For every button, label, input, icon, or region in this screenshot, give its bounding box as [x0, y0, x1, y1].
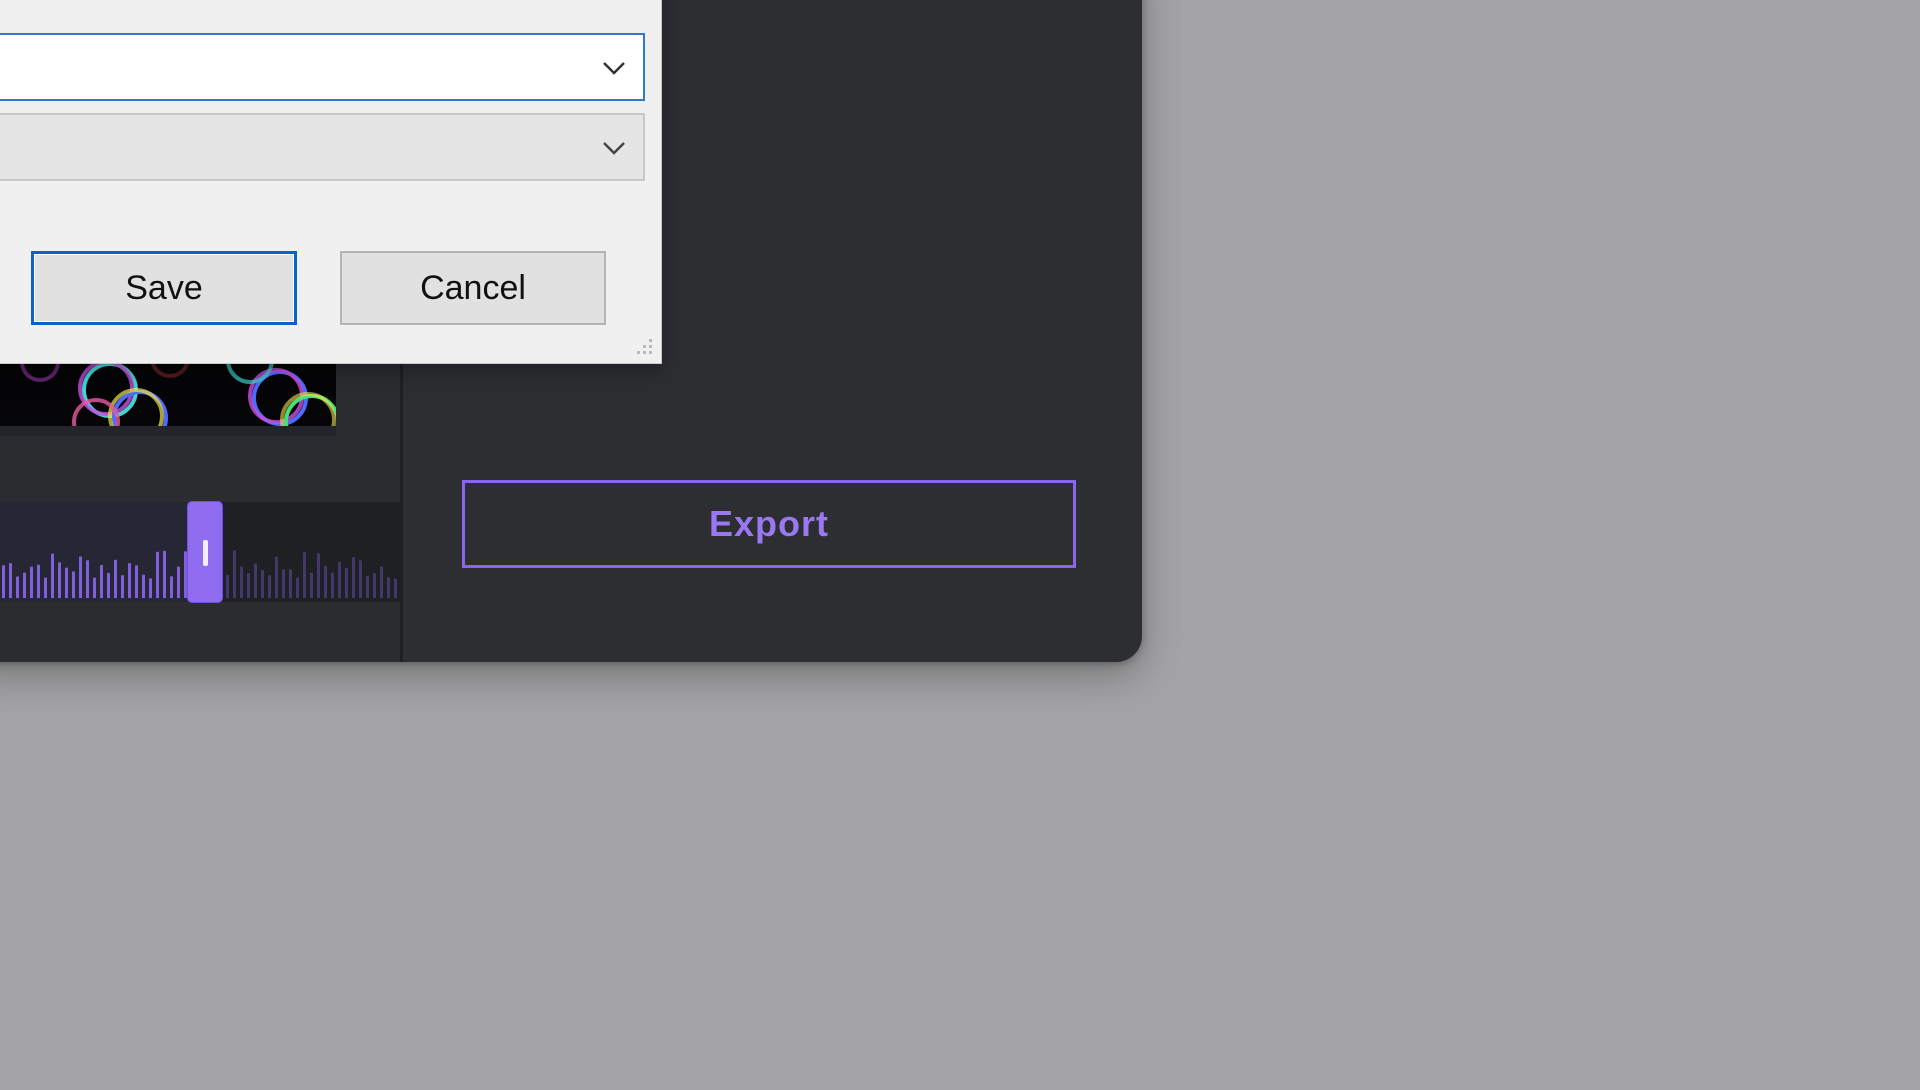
waveform-bar [23, 572, 26, 598]
chevron-down-icon[interactable] [599, 53, 629, 83]
thumbnail-shadow [0, 426, 336, 436]
waveform-bar [93, 577, 96, 598]
waveform-bar [100, 565, 103, 598]
waveform-bar [16, 576, 19, 598]
filetype-combobox[interactable] [0, 113, 645, 181]
waveform-bar [142, 574, 145, 598]
waveform-bar [254, 563, 257, 598]
waveform-bar [72, 571, 75, 598]
waveform-bar [247, 573, 250, 598]
waveform-bar [58, 562, 61, 598]
waveform-bar [352, 557, 355, 598]
waveform-bar [177, 566, 180, 598]
waveform-bar [366, 575, 369, 598]
waveform-bar [128, 563, 131, 598]
waveform-bar [156, 551, 159, 598]
waveform-bar [51, 553, 54, 598]
waveform-bar [135, 565, 138, 598]
export-button[interactable]: Export [462, 480, 1076, 568]
chevron-down-icon[interactable] [599, 133, 629, 163]
waveform-bar [86, 560, 89, 598]
playhead-handle[interactable] [188, 502, 222, 602]
waveform-bar [163, 550, 166, 598]
waveform-bar [338, 561, 341, 598]
save-button[interactable]: Save [31, 251, 297, 325]
waveform-bar [37, 564, 40, 598]
filename-combobox[interactable] [0, 33, 645, 101]
waveform-bar [324, 565, 327, 598]
waveform-bar [107, 572, 110, 598]
waveform-bar [331, 572, 334, 598]
waveform-bar [65, 567, 68, 598]
waveform-bar [296, 577, 299, 598]
save-dialog: Save Cancel [0, 0, 662, 364]
waveform-bar [387, 577, 390, 598]
waveform-bar [380, 566, 383, 598]
waveform-bar [359, 560, 362, 598]
playhead-grip-icon [203, 540, 208, 566]
waveform-bar [261, 570, 264, 598]
waveform-bar [149, 578, 152, 598]
waveform-bar [317, 553, 320, 598]
waveform-bar [345, 567, 348, 598]
waveform-bar [79, 556, 82, 598]
waveform-bar [121, 575, 124, 598]
waveform-bar [30, 566, 33, 598]
waveform-bar [44, 577, 47, 598]
waveform-bar [240, 566, 243, 598]
waveform-bar [114, 559, 117, 598]
waveform-bar [170, 576, 173, 598]
waveform-bar [184, 551, 187, 598]
waveform-bar [268, 575, 271, 598]
waveform-bar [275, 556, 278, 598]
waveform-bar [394, 578, 397, 598]
cancel-button[interactable]: Cancel [340, 251, 606, 325]
waveform-bar [310, 572, 313, 598]
waveform-bar [226, 574, 229, 598]
waveform-bar [9, 563, 12, 598]
desktop: Export Save Cancel [0, 0, 1920, 1090]
waveform-bar [303, 552, 306, 598]
waveform-bar [289, 569, 292, 598]
waveform-bar [373, 573, 376, 598]
resize-grip-icon[interactable] [633, 335, 655, 357]
waveform-bar [2, 565, 5, 598]
waveform-bar [233, 550, 236, 598]
audio-waveform-track[interactable] [0, 502, 400, 602]
waveform-bar [282, 569, 285, 598]
